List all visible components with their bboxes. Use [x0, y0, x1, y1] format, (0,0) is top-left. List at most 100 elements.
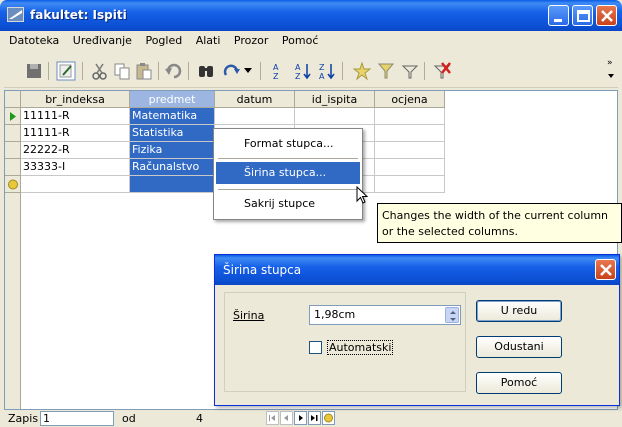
close-button[interactable]: [596, 5, 617, 26]
record-number-field[interactable]: 1: [40, 411, 114, 426]
paste-icon[interactable]: [134, 61, 154, 81]
menu-item-label: Širina stupca...: [244, 166, 327, 179]
row-header[interactable]: [5, 159, 21, 176]
svg-text:A: A: [295, 63, 301, 72]
table-cell[interactable]: Matematika: [130, 108, 215, 125]
row-header[interactable]: [5, 125, 21, 142]
table-cell[interactable]: [375, 142, 445, 159]
maximize-icon: [577, 10, 590, 22]
menu-file[interactable]: Datoteka: [4, 31, 64, 47]
menu-item-hide-columns[interactable]: Sakrij stupce: [216, 193, 360, 215]
table-cell[interactable]: Statistika: [130, 125, 215, 142]
column-width-dialog: Širina stupca Širina 1,98cm Automatski U…: [214, 254, 620, 406]
table-cell[interactable]: [375, 125, 445, 142]
previous-record-button[interactable]: [280, 411, 293, 425]
minimize-button[interactable]: [548, 5, 569, 26]
svg-text:A: A: [273, 63, 279, 72]
cancel-button[interactable]: Odustani: [476, 336, 562, 358]
menu-edit[interactable]: Uređivanje: [68, 31, 137, 47]
table-cell[interactable]: 11111-R: [21, 108, 130, 125]
table-cell[interactable]: [295, 108, 375, 125]
title-bar[interactable]: fakultet: Ispiti: [0, 0, 622, 31]
edit-icon[interactable]: [56, 61, 76, 81]
tooltip-line-1: Changes the width of the current column: [382, 209, 609, 222]
table-cell[interactable]: [130, 176, 215, 193]
last-record-icon: [311, 415, 318, 421]
column-header-ocjena[interactable]: ocjena: [375, 91, 445, 108]
menu-item-format-column[interactable]: Format stupca...: [216, 133, 360, 155]
column-header-predmet[interactable]: predmet: [130, 91, 215, 108]
last-record-button[interactable]: [308, 411, 321, 425]
tooltip: Changes the width of the current column …: [377, 203, 622, 243]
find-icon[interactable]: [196, 61, 216, 81]
chevron-down-icon[interactable]: [244, 68, 252, 74]
cut-icon[interactable]: [90, 61, 110, 81]
undo-icon[interactable]: [164, 61, 184, 81]
width-group: Širina 1,98cm Automatski: [224, 292, 466, 392]
app-icon: [7, 7, 24, 22]
new-record-icon: [8, 179, 18, 190]
row-header[interactable]: [5, 142, 21, 159]
menu-window[interactable]: Prozor: [229, 31, 273, 47]
autofilter-icon[interactable]: [352, 61, 372, 81]
remove-filter-icon[interactable]: [432, 61, 452, 81]
toolbar-overflow-icon[interactable]: »: [607, 57, 616, 81]
ok-button[interactable]: U redu: [476, 300, 562, 322]
window-title: fakultet: Ispiti: [30, 8, 127, 22]
next-record-button[interactable]: [294, 411, 307, 425]
toolbar: AZ AZ ZA »: [4, 52, 618, 88]
copy-icon[interactable]: [112, 61, 132, 81]
table-cell[interactable]: Fizika: [130, 142, 215, 159]
dialog-close-button[interactable]: [595, 259, 616, 280]
maximize-button[interactable]: [572, 5, 593, 26]
record-label: Zapis: [8, 412, 39, 425]
table-cell[interactable]: 11111-R: [21, 125, 130, 142]
column-header-datum[interactable]: datum: [215, 91, 295, 108]
svg-text:Z: Z: [295, 72, 301, 81]
previous-record-icon: [284, 415, 288, 421]
tooltip-line-2: or the selected columns.: [382, 225, 518, 238]
table-cell[interactable]: 22222-R: [21, 142, 130, 159]
dialog-title-bar[interactable]: Širina stupca: [215, 255, 619, 285]
first-record-button[interactable]: [266, 411, 279, 425]
sort-ascending-icon[interactable]: AZ: [294, 61, 314, 81]
width-spinbox[interactable]: 1,98cm: [309, 305, 461, 325]
sort-icon[interactable]: AZ: [268, 61, 288, 81]
filter-icon[interactable]: [400, 61, 420, 81]
width-value: 1,98cm: [314, 308, 356, 321]
auto-checkbox[interactable]: [309, 341, 322, 354]
save-icon[interactable]: [24, 61, 44, 81]
table-cell[interactable]: [375, 108, 445, 125]
menu-separator: [218, 158, 358, 159]
table-cell[interactable]: [21, 176, 130, 193]
spin-arrows-icon: [450, 311, 456, 321]
close-icon: [600, 264, 612, 276]
svg-text:A: A: [319, 72, 325, 81]
new-record-button[interactable]: [322, 411, 335, 425]
column-header-br-indeksa[interactable]: br_indeksa: [21, 91, 130, 108]
table-cell[interactable]: [215, 108, 295, 125]
menu-tools[interactable]: Alati: [191, 31, 226, 47]
table-cell[interactable]: 33333-I: [21, 159, 130, 176]
sort-descending-icon[interactable]: ZA: [318, 61, 338, 81]
column-header-id-ispita[interactable]: id_ispita: [295, 91, 375, 108]
menu-help[interactable]: Pomoć: [277, 31, 323, 47]
help-button[interactable]: Pomoć: [476, 372, 562, 394]
current-row-icon: [10, 112, 16, 121]
row-header[interactable]: [5, 108, 21, 125]
row-header[interactable]: [5, 176, 21, 193]
dialog-body: Širina 1,98cm Automatski U redu Odustani…: [218, 288, 616, 404]
auto-label[interactable]: Automatski: [327, 340, 394, 355]
table-cell[interactable]: Računalstvo: [130, 159, 215, 176]
grid-corner[interactable]: [5, 91, 21, 108]
first-record-icon: [269, 415, 275, 421]
of-label: od: [122, 412, 136, 425]
table-cell[interactable]: [375, 176, 445, 193]
table-cell[interactable]: [375, 159, 445, 176]
menu-view[interactable]: Pogled: [140, 31, 187, 47]
menu-item-column-width[interactable]: Širina stupca...: [216, 162, 360, 184]
standard-filter-icon[interactable]: [376, 61, 396, 81]
redo-icon[interactable]: [222, 61, 242, 81]
minimize-icon: [554, 19, 562, 22]
width-spin-buttons[interactable]: [445, 307, 459, 323]
